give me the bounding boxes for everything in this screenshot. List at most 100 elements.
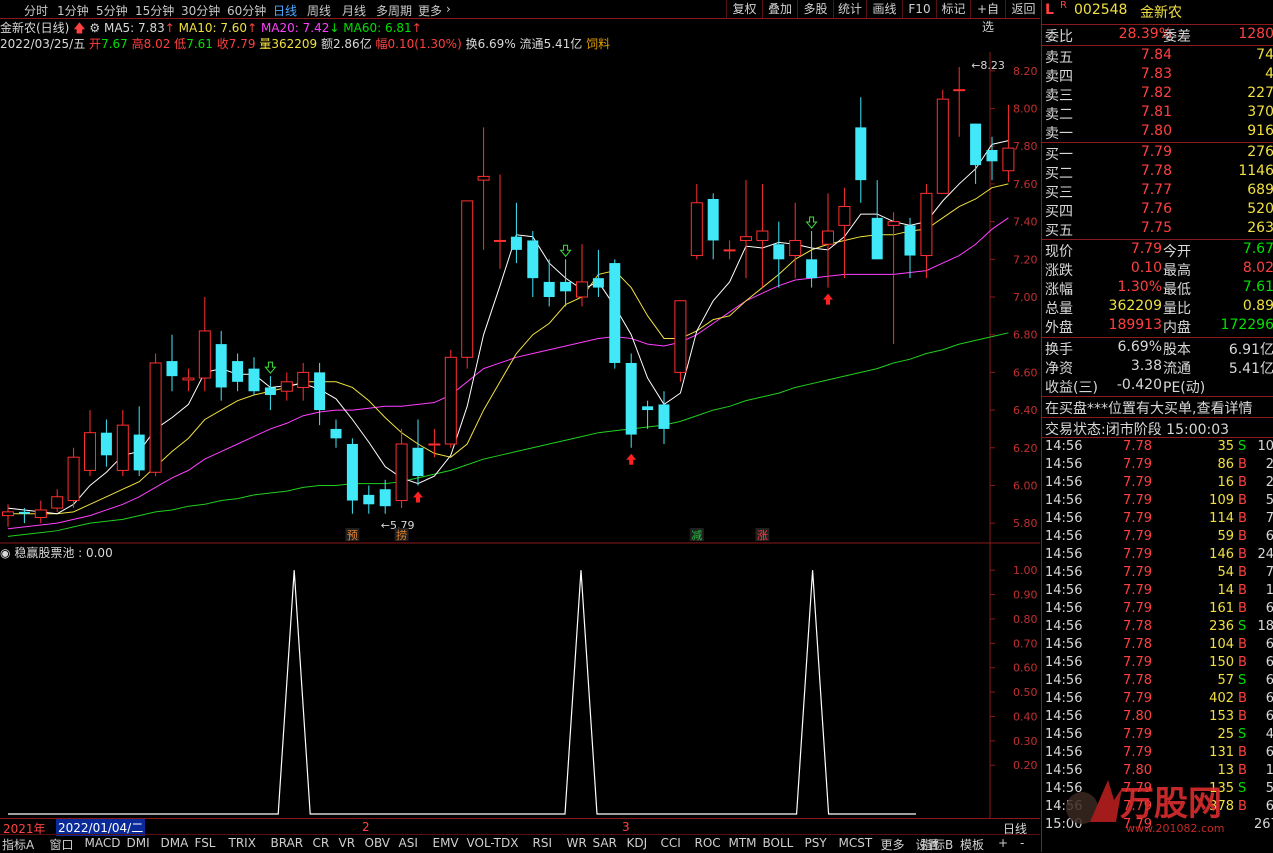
indicator-tab-15[interactable]: WR [567,836,587,850]
open-value: 7.67 [101,37,128,51]
indicator-tab-19[interactable]: ROC [695,836,721,850]
indicator-tab-5[interactable]: FSL [195,836,216,850]
indicator-tab-1[interactable]: 窗口 [50,836,74,853]
indicator-tab-9[interactable]: VR [339,836,356,850]
candle-body [723,249,736,252]
tab-9[interactable]: 多周期 [376,2,412,19]
stat-row-3: 总量 362209 量比 0.89 [1042,298,1273,317]
tick-row: 14:56 7.79 86 B 2 [1042,457,1273,475]
tab-0[interactable]: 分时 [24,2,48,19]
tick-time: 14:56 [1045,583,1083,598]
indicator-tab-23[interactable]: MCST [839,836,873,850]
toolbar-button-8[interactable]: 返回 [1005,0,1041,18]
trade-state: 交易状态:闭市阶段 15:00:03 [1045,422,1230,438]
tab-2[interactable]: 5分钟 [96,2,128,19]
candle-body [149,362,162,473]
indicator-tab-0[interactable]: 指标A [2,836,34,853]
indicator-tab-14[interactable]: RSI [533,836,553,850]
candle-body [51,496,64,509]
tick-count: 7 [1265,565,1273,580]
bid-volume: 689 [1247,182,1273,198]
indicator-right-1[interactable]: 模板 [960,836,984,853]
tab-10[interactable]: 更多 [418,2,442,19]
notice-text: 在买盘***位置有大买单,查看详情 [1045,401,1253,417]
toolbar-button-2[interactable]: 多股 [797,0,833,18]
tab-8[interactable]: 月线 [342,2,366,19]
price-axis-tick: 6.20 [1013,442,1038,455]
toolbar-button-5[interactable]: F10 [902,0,936,18]
tab-1[interactable]: 1分钟 [57,2,89,19]
big-order-notice[interactable]: 在买盘***位置有大买单,查看详情 [1042,398,1273,417]
ma10-label: MA10: 7.60 [178,21,248,35]
indicator-right-0[interactable]: 指标B [921,836,953,853]
indicator-right-3[interactable]: - [1020,836,1024,850]
candle-body [543,281,555,297]
toolbar-button-3[interactable]: 统计 [833,0,866,18]
candle-body [609,263,621,363]
indicator-right-2[interactable]: + [998,836,1008,850]
candle-body [642,406,654,411]
candle-body [887,221,900,226]
indicator-tab-7[interactable]: BRAR [271,836,304,850]
tick-time: 14:56 [1045,727,1083,742]
price-axis-tick: 6.40 [1013,404,1038,417]
indicator-toggle-icon[interactable]: ◉ [0,546,10,560]
toolbar-button-7[interactable]: +自选 [970,0,1005,34]
toolbar-button-1[interactable]: 叠加 [762,0,797,18]
indicator-tab-4[interactable]: DMA [161,836,189,850]
more-chevron-icon[interactable]: › [446,2,451,16]
trade-state-row: 交易状态:闭市阶段 15:00:03 [1042,419,1273,438]
indicator-tab-12[interactable]: EMV [433,836,459,850]
tick-row: 14:56 7.78 236 S 18 [1042,619,1273,637]
indicator-tab-21[interactable]: BOLL [763,836,794,850]
bid-row-3: 买三 7.77 689 [1042,182,1273,201]
indicator-tab-10[interactable]: OBV [365,836,391,850]
concept-link[interactable]: 饲料 [586,37,610,51]
tick-count: 6 [1265,529,1273,544]
indicator-tab-18[interactable]: CCI [661,836,681,850]
signal-mark: 预 [347,529,358,542]
tick-side: S [1238,673,1247,688]
tick-count: 7 [1265,511,1273,526]
indicator-tab-11[interactable]: ASI [399,836,418,850]
indicator-tab-16[interactable]: SAR [593,836,617,850]
candle-body [871,217,883,260]
price-axis-tick: 6.80 [1013,329,1038,342]
ask-row-2: 卖二 7.81 370 [1042,104,1273,123]
indicator-tab-2[interactable]: MACD [85,836,121,850]
ask-volume: 74 [1256,47,1273,63]
indicator-tab-20[interactable]: MTM [729,836,757,850]
candle-body [920,192,933,257]
tab-4[interactable]: 30分钟 [181,2,220,19]
indicator-tab-6[interactable]: TRIX [229,836,256,850]
indicator-tab-22[interactable]: PSY [805,836,827,850]
indicator-tab-8[interactable]: CR [313,836,330,850]
kline-chart[interactable]: 8.20 8.00 7.80 7.60 7.40 7.20 7.00 6.80 6.60 6.40… [0,52,1040,818]
indicator-tab-24[interactable]: 更多 [881,836,905,853]
tab-7[interactable]: 周线 [307,2,331,19]
candle-body [789,239,802,257]
toolbar-button-6[interactable]: 标记 [936,0,970,18]
tab-6[interactable]: 日线 [273,2,297,19]
tick-volume: 146 [1209,547,1234,562]
toolbar-button-4[interactable]: 画线 [866,0,902,18]
tab-3[interactable]: 15分钟 [135,2,174,19]
tab-5[interactable]: 60分钟 [227,2,266,19]
tick-side: B [1238,511,1247,526]
tick-count: 6 [1265,601,1273,616]
indicator-tab-13[interactable]: VOL-TDX [467,836,519,850]
tick-volume: 402 [1209,691,1234,706]
indicator-tab-3[interactable]: DMI [127,836,150,850]
bid-label: 买三 [1045,185,1073,201]
bid-label: 买五 [1045,223,1073,239]
stat-value-b: 8.02 [1242,260,1273,276]
indicator-axis-tick: 0.50 [1013,686,1038,699]
candle-body [773,244,785,260]
toolbar-button-0[interactable]: 复权 [726,0,762,18]
price-axis-tick: 8.20 [1013,65,1038,78]
stat2-row-1: 净资 3.38 流通 5.41亿 [1042,358,1273,377]
candle-body [707,199,719,241]
amount-value: 2.86亿 [332,37,372,51]
indicator-tab-17[interactable]: KDJ [627,836,648,850]
settings-icon[interactable]: ⚙ [89,21,100,35]
